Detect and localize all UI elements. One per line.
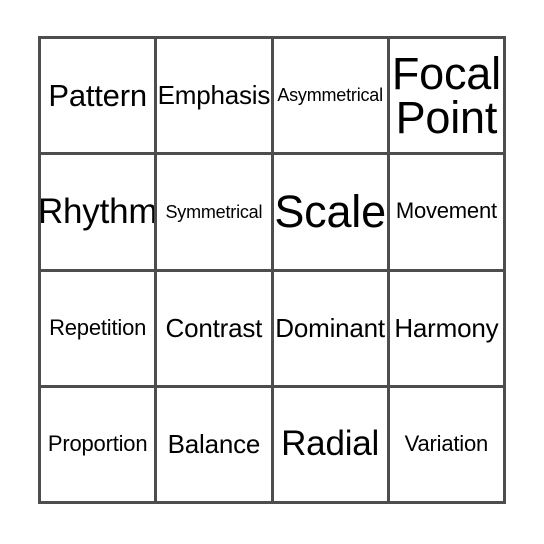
bingo-cell-label: Proportion: [47, 430, 148, 456]
bingo-card-grid: Pattern Emphasis Asymmetrical Focal Point Rh…: [38, 36, 506, 504]
bingo-cell-label: Focal Point: [391, 48, 501, 143]
bingo-cell-label: Dominant: [275, 312, 385, 343]
bingo-cell[interactable]: Scale: [273, 155, 390, 272]
bingo-cell[interactable]: Movement: [389, 155, 506, 272]
bingo-cell-label: Balance: [167, 428, 261, 459]
bingo-cell-label: Repetition: [49, 314, 147, 340]
bingo-cell[interactable]: Repetition: [41, 271, 158, 388]
bingo-cell[interactable]: Balance: [157, 387, 274, 504]
bingo-cell[interactable]: Asymmetrical: [273, 39, 390, 156]
bingo-cell[interactable]: Harmony: [389, 271, 506, 388]
bingo-cell[interactable]: Rhythm: [41, 155, 158, 272]
bingo-cell-label: Contrast: [165, 312, 263, 343]
bingo-cell[interactable]: Radial: [273, 387, 390, 504]
bingo-cell-label: Radial: [281, 424, 380, 464]
bingo-cell[interactable]: Focal Point: [389, 39, 506, 156]
bingo-cell[interactable]: Emphasis: [157, 39, 274, 156]
bingo-cell-label: Asymmetrical: [277, 85, 383, 106]
bingo-cell[interactable]: Contrast: [157, 271, 274, 388]
bingo-cell-label: Emphasis: [157, 80, 271, 111]
bingo-cell-label: Symmetrical: [165, 201, 263, 222]
bingo-cell[interactable]: Pattern: [41, 39, 158, 156]
bingo-cell-label: Harmony: [394, 312, 499, 343]
bingo-cell-label: Rhythm: [41, 191, 158, 231]
bingo-cell-label: Movement: [395, 198, 497, 224]
bingo-cell[interactable]: Dominant: [273, 271, 390, 388]
bingo-cell[interactable]: Proportion: [41, 387, 158, 504]
bingo-cell-label: Pattern: [48, 77, 147, 113]
bingo-cell-label: Scale: [274, 186, 386, 238]
bingo-cell[interactable]: Symmetrical: [157, 155, 274, 272]
bingo-cell-label: Variation: [404, 430, 489, 456]
bingo-cell[interactable]: Variation: [389, 387, 506, 504]
